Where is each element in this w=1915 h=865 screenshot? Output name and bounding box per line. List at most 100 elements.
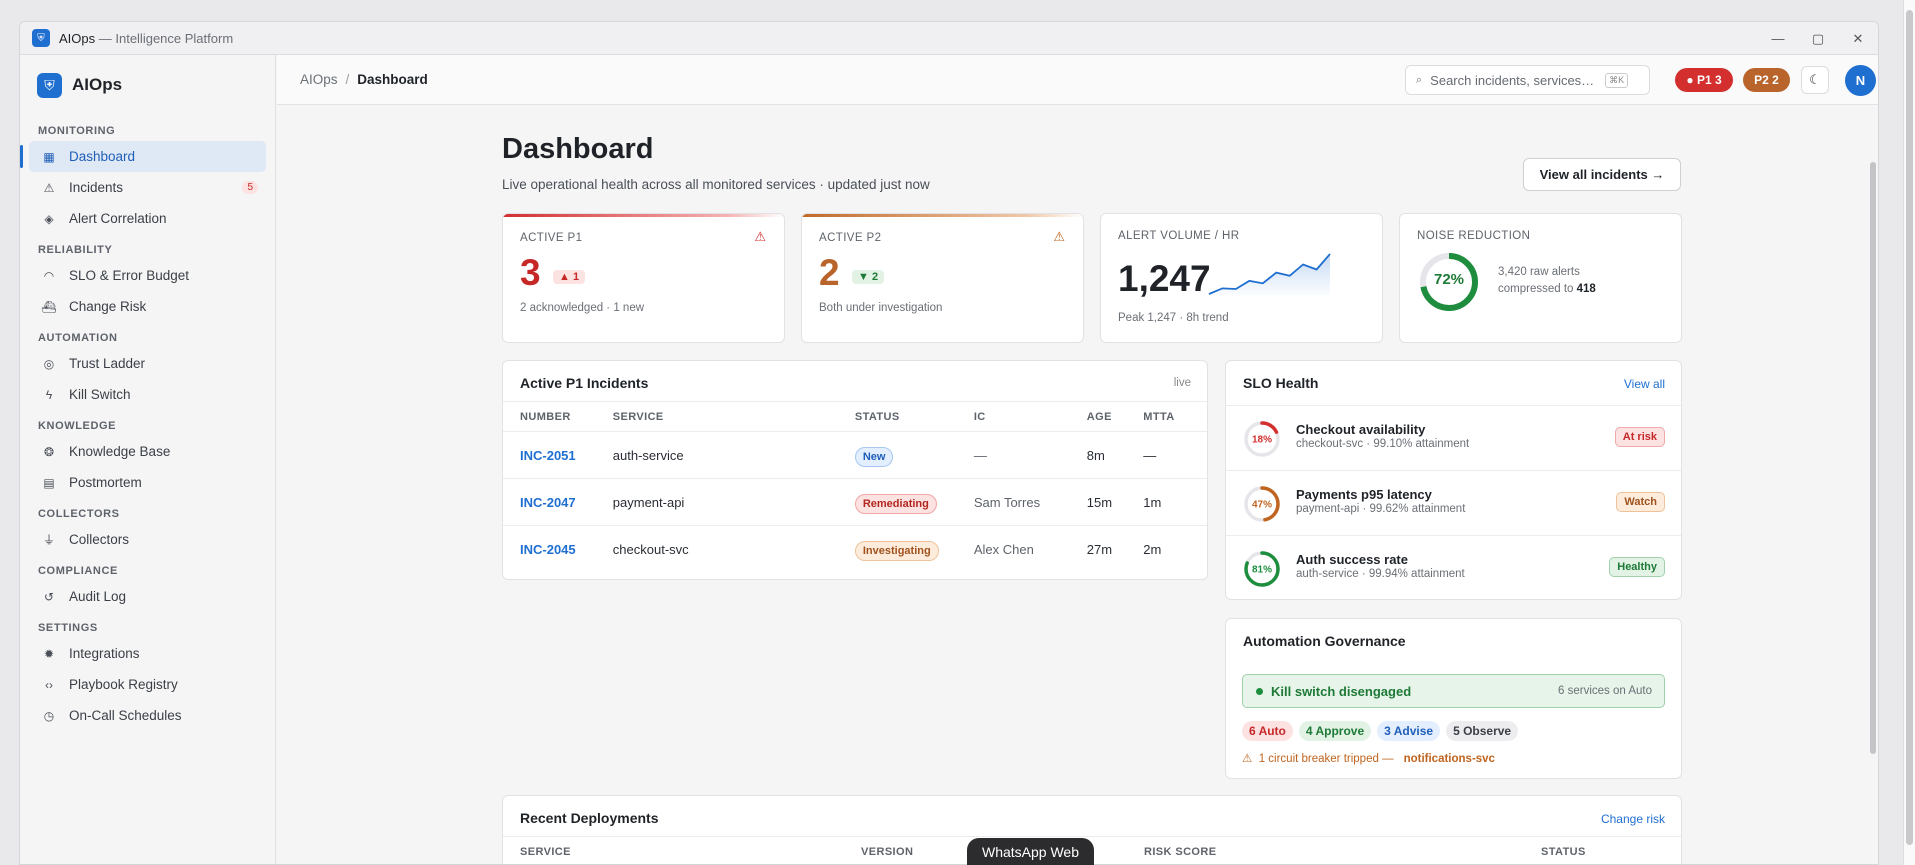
brain-icon: ❂ <box>43 444 55 459</box>
outer-scrollbar[interactable] <box>1903 0 1915 865</box>
service-name: checkout-svc <box>612 541 689 557</box>
grid-icon: ▦ <box>43 149 55 164</box>
brand[interactable]: ⛨ AIOps <box>20 55 275 115</box>
taskbar-tooltip: WhatsApp Web <box>967 838 1094 865</box>
change-risk-link[interactable]: Change risk <box>1601 812 1665 826</box>
column-header: SERVICE <box>595 401 838 432</box>
breadcrumb-root[interactable]: AIOps <box>300 72 338 87</box>
maximize-icon[interactable]: ▢ <box>1798 22 1838 55</box>
kpi-active-p2[interactable]: ACTIVE P2 ⚠ 2 ▼ 2 Both under investigati… <box>801 213 1084 343</box>
column-header: IC <box>956 401 1070 432</box>
sidebar-item-integrations[interactable]: ✹ Integrations <box>29 638 266 669</box>
sidebar-item-knowledge-base[interactable]: ❂ Knowledge Base <box>29 436 266 467</box>
sidebar-nav: MONITORING ▦ Dashboard ⚠ Incidents 5 ◈ Alert Co… <box>20 121 275 731</box>
incident-number-link[interactable]: INC-2051 <box>520 448 576 463</box>
sidebar: ⛨ AIOps MONITORING ▦ Dashboard ⚠ Incidents 5 ◈… <box>20 55 276 864</box>
kpi-note: Both under investigation <box>819 302 943 314</box>
sidebar-item-change-risk[interactable]: ⛴ Change Risk <box>29 291 266 322</box>
p2-count-pill[interactable]: P2 2 <box>1743 68 1790 92</box>
sidebar-item-kill-switch[interactable]: ϟ Kill Switch <box>29 379 266 410</box>
tripped-service-link[interactable]: notifications-svc <box>1404 753 1495 765</box>
table-row[interactable]: INC-2047 payment-api Remediating Sam Torres… <box>503 478 1207 526</box>
search-box[interactable]: ⌕ ⌘K <box>1405 65 1650 95</box>
slo-view-all-link[interactable]: View all <box>1624 377 1665 391</box>
sidebar-item-slo-error-budget[interactable]: ◠ SLO & Error Budget <box>29 260 266 291</box>
warning-triangle-icon: ⚠ <box>43 180 55 195</box>
breadcrumb-current: Dashboard <box>357 72 428 87</box>
incident-number-link[interactable]: INC-2045 <box>520 542 576 557</box>
slo-ring: 18% <box>1244 421 1280 457</box>
table-row[interactable]: INC-2051 auth-service New — 8m — <box>503 431 1207 479</box>
sidebar-item-label: Alert Correlation <box>69 211 167 226</box>
sidebar-item-audit-log[interactable]: ↺ Audit Log <box>29 581 266 612</box>
sidebar-item-label: Collectors <box>69 532 130 547</box>
kpi-delta: ▲ 1 <box>553 270 586 284</box>
kpi-active-p1[interactable]: ACTIVE P1 ⚠ 3 ▲ 1 2 acknowledged · 1 new <box>502 213 785 343</box>
shield-logo-icon: ⛨ <box>37 72 62 98</box>
content-scrollbar[interactable] <box>1870 162 1876 754</box>
chip-advise[interactable]: 3 Advise <box>1377 721 1441 741</box>
kpi-value: 3 <box>520 252 541 293</box>
kpi-alert-volume[interactable]: ALERT VOLUME / HR 1,247 Peak 1,247 · 8h … <box>1100 213 1383 343</box>
sidebar-item-alert-correlation[interactable]: ◈ Alert Correlation <box>29 203 266 234</box>
incident-mtta: — <box>1143 447 1157 463</box>
bolt-icon: ϟ <box>45 387 53 402</box>
kpi-label: ACTIVE P2 <box>819 232 882 244</box>
nav-group-heading: AUTOMATION <box>38 332 118 344</box>
sidebar-item-collectors[interactable]: ⏚ Collectors <box>29 524 266 555</box>
slo-name: Checkout availability <box>1296 422 1426 437</box>
kill-switch-status[interactable]: Kill switch disengaged 6 services on Aut… <box>1242 674 1665 708</box>
window-title: AIOps — Intelligence Platform <box>59 30 234 46</box>
warning-icon: ⚠ <box>754 229 766 244</box>
status-badge: New <box>854 446 894 467</box>
minimize-icon[interactable]: — <box>1758 22 1798 55</box>
ship-icon: ⛴ <box>41 299 57 314</box>
volume-sparkline <box>1208 253 1331 298</box>
p1-count-pill[interactable]: ● P1 3 <box>1675 68 1733 92</box>
sidebar-item-incidents[interactable]: ⚠ Incidents 5 <box>29 172 266 203</box>
clock-icon: ◷ <box>43 708 55 723</box>
active-p1-incidents-card: Active P1 Incidents live NUMBER SERVICE ST… <box>502 360 1208 580</box>
live-indicator: live <box>1173 377 1191 389</box>
sidebar-item-on-call-schedules[interactable]: ◷ On-Call Schedules <box>29 700 266 731</box>
sidebar-item-dashboard[interactable]: ▦ Dashboard <box>20 141 266 172</box>
incident-commander: Alex Chen <box>973 541 1034 557</box>
sidebar-item-trust-ladder[interactable]: ◎ Trust Ladder <box>29 348 266 379</box>
slo-item[interactable]: 18% Checkout availability checkout-svc ·… <box>1226 405 1681 470</box>
kpi-noise-reduction[interactable]: NOISE REDUCTION 72% 3,420 raw alerts com… <box>1399 213 1682 343</box>
incident-age: 8m <box>1086 447 1105 463</box>
avatar[interactable]: N <box>1845 65 1876 96</box>
search-input[interactable] <box>1430 72 1606 88</box>
incidents-table: NUMBER SERVICE STATUS IC AGE MTTA INC-2051 aut… <box>503 401 1207 573</box>
kpi-value: 1,247 <box>1118 258 1211 299</box>
theme-toggle-moon-icon[interactable]: ☾ <box>1801 66 1829 94</box>
slo-item[interactable]: 47% Payments p95 latency payment-api · 9… <box>1226 470 1681 535</box>
chip-auto[interactable]: 6 Auto <box>1242 721 1293 741</box>
table-row[interactable]: INC-2045 checkout-svc Investigating Alex Ch… <box>503 526 1207 573</box>
view-all-incidents-button[interactable]: View all incidents → <box>1523 158 1681 191</box>
column-header: MTTA <box>1126 401 1207 432</box>
nav-group-heading: SETTINGS <box>38 622 98 634</box>
close-icon[interactable]: ✕ <box>1838 22 1878 55</box>
sidebar-item-postmortem[interactable]: ▤ Postmortem <box>29 467 266 498</box>
chip-approve[interactable]: 4 Approve <box>1298 721 1372 741</box>
app-shield-icon: ⛨ <box>32 29 50 47</box>
sidebar-item-label: Change Risk <box>69 299 147 314</box>
kpi-accent-line <box>503 214 784 217</box>
sidebar-item-label: Incidents <box>69 180 124 195</box>
automation-governance-card: Automation Governance Kill switch diseng… <box>1225 618 1682 779</box>
chip-observe[interactable]: 5 Observe <box>1446 721 1519 741</box>
code-icon: ‹› <box>45 677 53 692</box>
nav-group-heading: MONITORING <box>38 125 116 137</box>
sidebar-item-label: Playbook Registry <box>69 677 178 692</box>
kpi-note: Peak 1,247 · 8h trend <box>1118 312 1229 324</box>
slo-name: Auth success rate <box>1296 552 1408 567</box>
incident-age: 15m <box>1086 494 1113 510</box>
column-header: AGE <box>1069 401 1127 432</box>
sidebar-item-playbook-registry[interactable]: ‹› Playbook Registry <box>29 669 266 700</box>
slo-item[interactable]: 81% Auth success rate auth-service · 99.… <box>1226 535 1681 599</box>
layers-icon: ◈ <box>44 211 54 226</box>
kill-switch-label: Kill switch disengaged <box>1271 684 1412 699</box>
incident-number-link[interactable]: INC-2047 <box>520 495 576 510</box>
services-on-auto: 6 services on Auto <box>1558 685 1652 697</box>
